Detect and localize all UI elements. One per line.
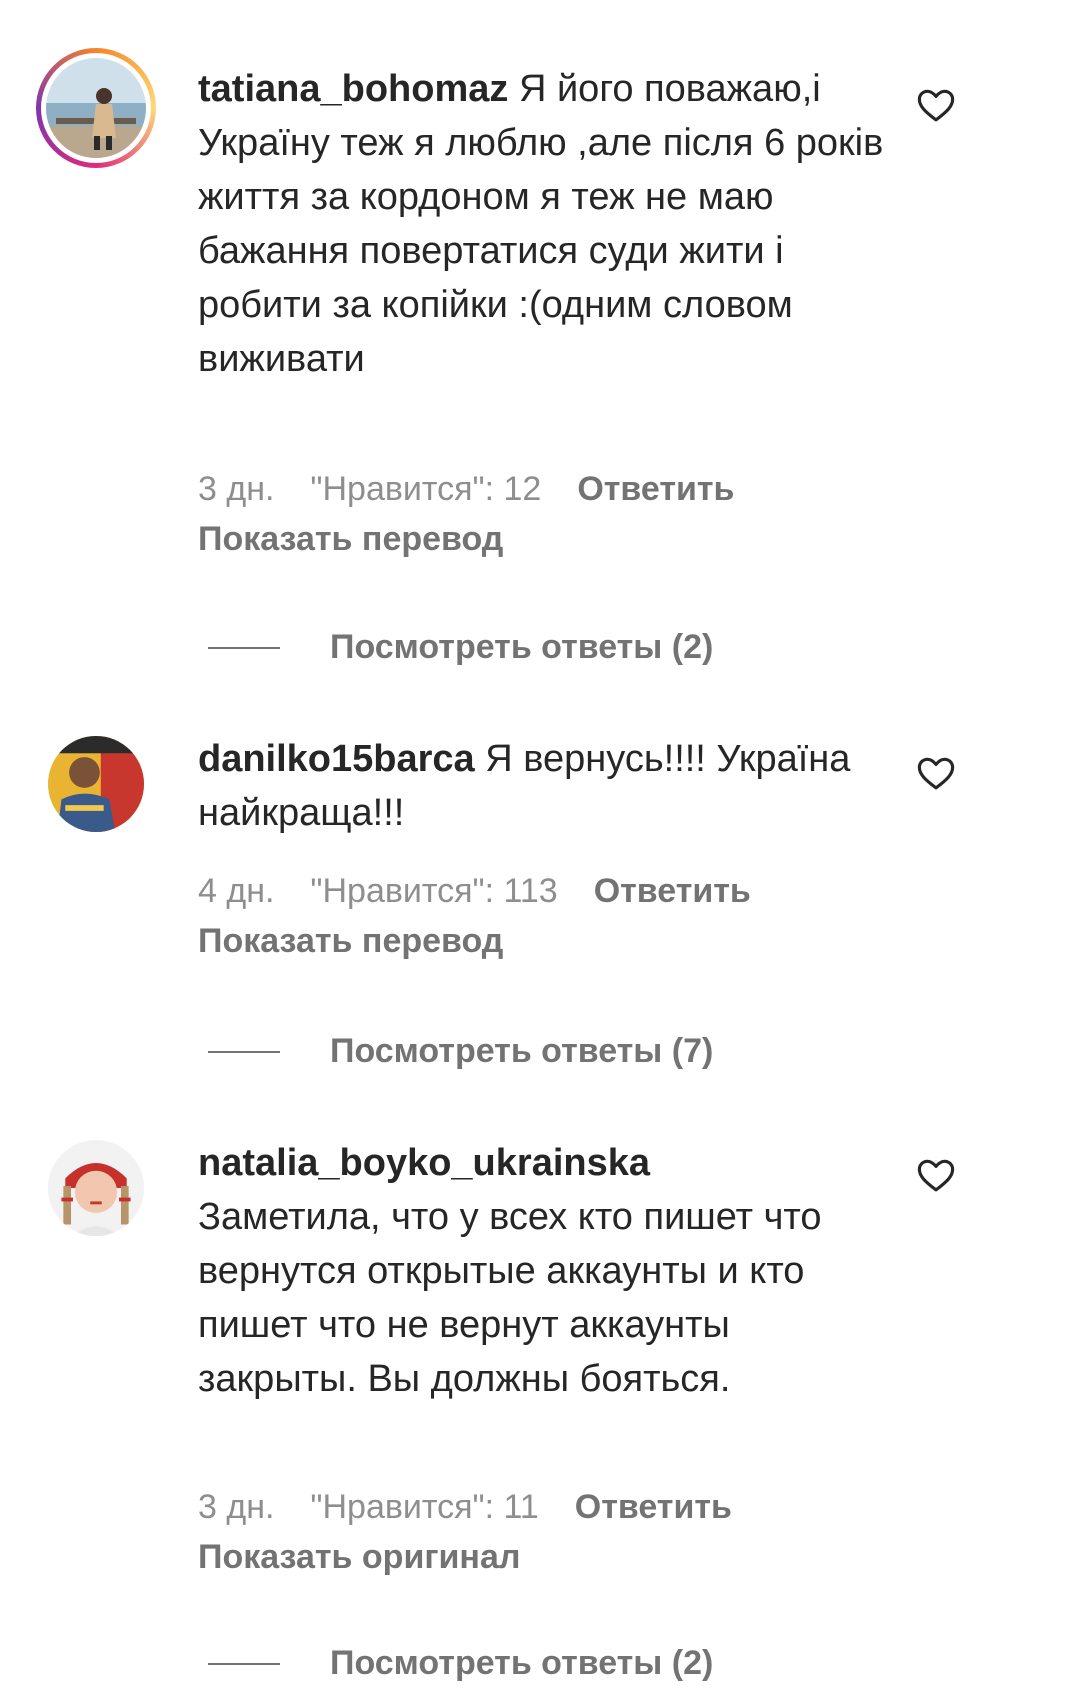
comment-text-block: danilko15barca Я вернусь!!!! Україна най…	[198, 732, 888, 840]
avatar-image	[46, 58, 146, 158]
divider-line	[208, 646, 280, 649]
view-replies-label: Посмотреть ответы (2)	[330, 628, 714, 666]
comment-text: Я його поважаю,і Україну теж я люблю ,ал…	[198, 68, 884, 380]
reply-button[interactable]: Ответить	[594, 872, 751, 911]
comment-username[interactable]: tatiana_bohomaz	[198, 68, 508, 110]
divider-line	[208, 1050, 280, 1053]
comment-time: 3 дн.	[198, 470, 275, 508]
avatar[interactable]	[36, 1128, 156, 1248]
view-replies-label: Посмотреть ответы (2)	[330, 1644, 714, 1682]
avatar-image	[48, 736, 144, 832]
divider-line	[208, 1662, 280, 1665]
heart-icon[interactable]	[915, 1154, 957, 1196]
reply-button[interactable]: Ответить	[577, 470, 734, 509]
comment-username[interactable]: danilko15barca	[198, 738, 475, 780]
view-replies-label: Посмотреть ответы (7)	[330, 1032, 714, 1070]
comment-likes[interactable]: "Нравится": 113	[310, 872, 557, 911]
show-original-button[interactable]: Показать оригинал	[198, 1538, 520, 1577]
comment-meta: 3 дн. "Нравится": 11 Ответить	[198, 1488, 732, 1527]
heart-icon[interactable]	[915, 84, 957, 126]
reply-button[interactable]: Ответить	[575, 1488, 732, 1527]
heart-icon[interactable]	[915, 752, 957, 794]
show-translation-button[interactable]: Показать перевод	[198, 922, 503, 961]
comment-meta: 4 дн. "Нравится": 113 Ответить	[198, 872, 751, 911]
comment-likes[interactable]: "Нравится": 12	[310, 470, 541, 509]
avatar-image	[48, 1140, 144, 1236]
comment-username[interactable]: natalia_boyko_ukrainska	[198, 1142, 650, 1184]
avatar[interactable]	[36, 724, 156, 844]
show-translation-button[interactable]: Показать перевод	[198, 520, 503, 559]
comment-time: 4 дн.	[198, 872, 275, 910]
comment-text: Заметила, что у всех кто пишет что верну…	[198, 1196, 822, 1400]
comment-text-block: tatiana_bohomaz Я його поважаю,і Україну…	[198, 62, 888, 386]
comment-likes[interactable]: "Нравится": 11	[310, 1488, 538, 1527]
comment-meta: 3 дн. "Нравится": 12 Ответить	[198, 470, 734, 509]
comment-text-block: natalia_boyko_ukrainska Заметила, что у …	[198, 1136, 888, 1406]
view-replies-button[interactable]: Посмотреть ответы (2)	[208, 1644, 713, 1683]
view-replies-button[interactable]: Посмотреть ответы (2)	[208, 628, 713, 667]
comment-time: 3 дн.	[198, 1488, 275, 1526]
avatar[interactable]	[36, 48, 156, 168]
story-ring	[36, 48, 156, 168]
view-replies-button[interactable]: Посмотреть ответы (7)	[208, 1032, 713, 1071]
